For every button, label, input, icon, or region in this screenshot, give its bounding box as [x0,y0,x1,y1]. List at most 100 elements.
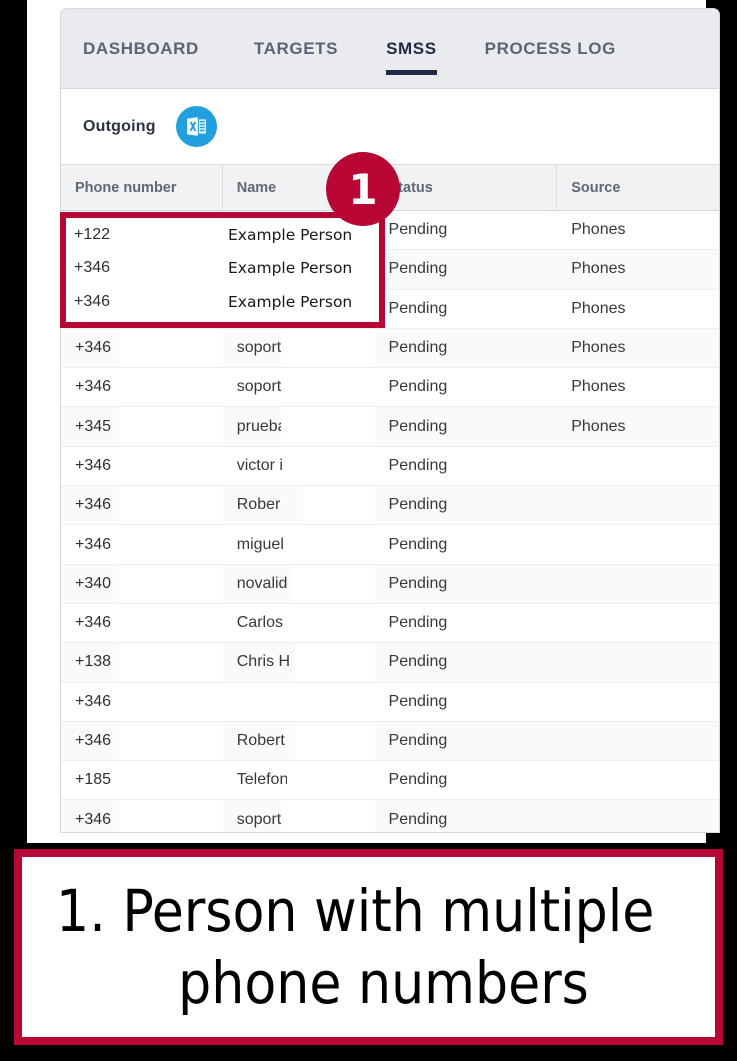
table-row[interactable]: +122 Pending Phones [61,211,719,251]
cell-status: Pending [388,221,448,239]
cell-name: Telefon [223,761,375,800]
redaction-patch [119,407,223,446]
redaction-patch [119,525,223,564]
cell-source [557,683,719,721]
cell-status: Pending [388,417,448,435]
cell-status: Pending [388,653,448,671]
cell-status: Pending [388,535,448,553]
caption-box: 1. Person with multiple phone numbers [14,849,723,1045]
table-row[interactable]: +346 Robert Pending [61,721,719,762]
cell-name: Robert [223,721,375,761]
cell-source [557,525,719,563]
redaction-patch [119,446,223,486]
redaction-patch [292,525,375,564]
tab-process-log[interactable]: PROCESS LOG [485,9,616,88]
cell-source [557,800,719,832]
redaction-patch [290,564,375,603]
redaction-patch [119,211,223,250]
cell-source: Phones [571,260,626,278]
redaction-patch [300,250,375,289]
redaction-patch [119,564,223,603]
tab-dashboard[interactable]: DASHBOARD [83,9,199,88]
cell-phone: +346 [61,603,223,643]
redaction-patch [280,407,375,446]
cell-name: Carlos [223,603,375,643]
cell-phone: +346 [61,250,223,289]
cell-phone: +345 [61,407,223,446]
cell-status: Pending [388,496,448,514]
redaction-patch [119,328,223,368]
table-row[interactable]: +346 Pending [61,682,719,722]
table-row[interactable]: +346 soport Pending [61,800,719,832]
redaction-patch [119,682,223,721]
cell-name: soport [223,800,375,832]
redaction-patch [280,368,375,407]
redaction-patch [296,446,375,486]
table-row[interactable]: +346 Carlos Pending [61,603,719,644]
table-body[interactable]: +122 Pending Phones +346 Pending Phones +346 Pe… [61,211,719,832]
table-row[interactable]: +340 novalid Pending [61,564,719,604]
outgoing-toolbar: Outgoing [61,89,719,165]
cell-phone: +346 [61,800,223,832]
cell-source [557,604,719,642]
cell-status: Pending [388,574,448,592]
redaction-patch [119,289,223,328]
cell-name: soport [223,328,375,368]
caption-line-2: phone numbers [178,949,589,1017]
redaction-patch [119,250,223,289]
table-row[interactable]: +346 soport Pending Phones [61,368,719,408]
cell-status: Pending [388,771,448,789]
table-row[interactable]: +346 soport Pending Phones [61,328,719,369]
cell-name: Rober [223,486,375,525]
table-row[interactable]: +185 Telefon Pending [61,761,719,801]
cell-name [223,250,375,289]
table-row[interactable]: +345 prueba Pending Phones [61,407,719,447]
tab-targets[interactable]: TARGETS [254,9,338,88]
cell-phone: +346 [61,486,223,525]
cell-phone: +346 [61,328,223,368]
table-row[interactable]: +346 miguel Pending [61,525,719,565]
cell-name: Chris H [223,643,375,682]
table-row[interactable]: +346 Rober Pending [61,486,719,526]
cell-status: Pending [388,692,448,710]
cell-source: Phones [571,417,626,435]
column-header-source[interactable]: Source [557,165,719,210]
cell-source [557,565,719,603]
cell-source [557,486,719,524]
redaction-patch [119,643,223,682]
cell-source [557,643,719,681]
cell-source [557,722,719,760]
table-row[interactable]: +138 Chris H Pending [61,643,719,683]
redaction-patch [280,800,375,832]
cell-status: Pending [388,378,448,396]
cell-phone: +185 [61,761,223,800]
column-header-name-label: Name [236,179,277,196]
table-row[interactable]: +346 Pending Phones [61,289,719,329]
cell-phone: +346 [61,446,223,486]
redaction-patch [119,721,223,761]
cell-phone: +346 [61,368,223,407]
cell-source: Phones [571,378,626,396]
redaction-patch [119,486,223,525]
column-header-status[interactable]: Status [375,165,558,210]
tab-smss[interactable]: SMSS [386,9,437,88]
table-row[interactable]: +346 victor i Pending [61,446,719,487]
cell-phone: +138 [61,643,223,682]
cell-status: Pending [388,732,448,749]
cell-phone: +346 [61,525,223,564]
redaction-patch [294,643,375,682]
annotation-badge-number: 1 [348,164,378,214]
tab-process-log-label: PROCESS LOG [484,38,616,58]
cell-name [223,289,375,328]
excel-export-icon[interactable] [175,106,217,147]
cell-source: Phones [571,221,626,239]
cell-name [223,683,375,721]
redaction-patch [280,328,375,368]
redaction-patch [300,289,375,328]
tab-targets-label: TARGETS [253,38,339,58]
cell-name: miguel [223,525,375,564]
cell-name: victor i [223,446,375,486]
cell-name: soport [223,368,375,407]
column-header-phone-number[interactable]: Phone number [61,165,223,210]
table-row[interactable]: +346 Pending Phones [61,250,719,290]
